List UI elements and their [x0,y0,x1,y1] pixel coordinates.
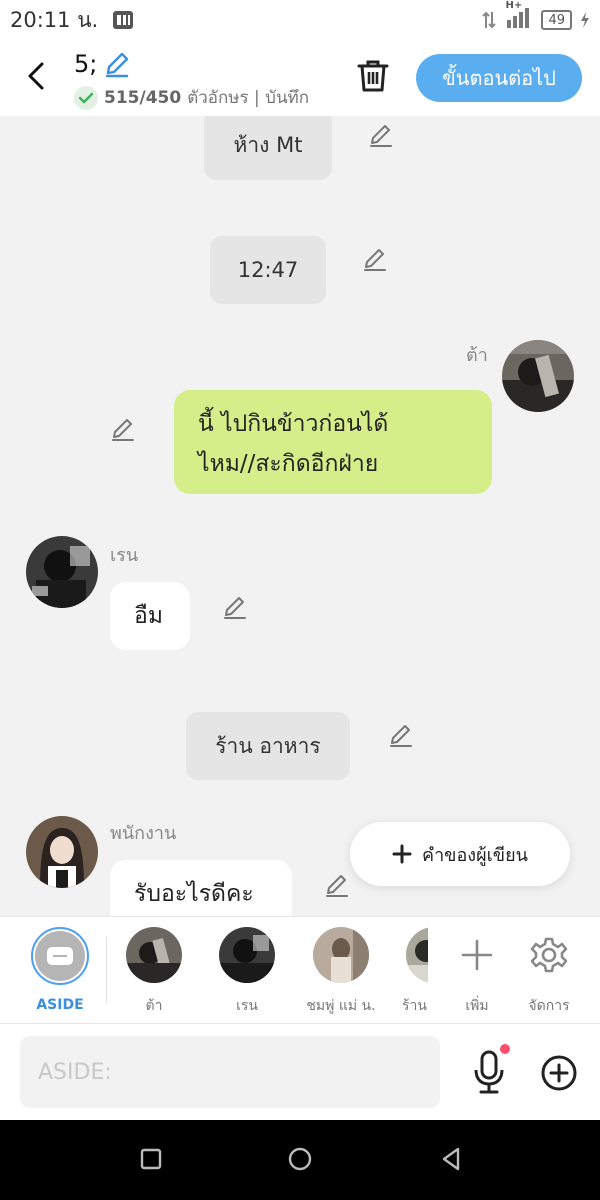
character-item[interactable]: ต้า [114,927,194,1017]
edit-title-icon[interactable] [103,50,131,78]
signal-icon: H+ [505,0,533,32]
message-line: ไหม//สะกิดอีกฝ่าย [198,451,379,477]
scene-label[interactable]: ห้าง Mt [204,116,332,180]
story-title-text: 5; [74,50,98,78]
character-item[interactable]: ชมพู่ แม่ น. [301,927,381,1017]
avatar[interactable] [26,816,98,888]
character-name: ร้าน [402,998,427,1014]
manage-characters-button[interactable]: จัดการ [509,927,589,1017]
chevron-left-icon [28,62,44,90]
scene-label[interactable]: ร้าน อาหาร [186,712,350,780]
edit-pencil-icon[interactable] [362,246,388,272]
plus-icon [392,844,412,864]
next-step-button[interactable]: ขั้นตอนต่อไป [416,54,582,102]
data-transfer-icon [482,11,497,29]
battery-icon: 49 [541,10,572,30]
trash-icon[interactable] [356,58,390,94]
system-nav-bar [0,1120,600,1200]
message-line: อืม [134,603,163,629]
divider [106,937,107,1003]
add-circle-icon[interactable] [540,1054,578,1092]
character-item[interactable]: เรน [207,927,287,1017]
back-nav-icon[interactable] [436,1144,466,1174]
edit-pencil-icon[interactable] [368,122,394,148]
input-bar [0,1024,600,1120]
speaker-name: ต้า [466,345,488,366]
chat-area: ห้าง Mt 12:47 ต้า นี้ ไปกินข้าวก่อนได้ ไ… [0,116,600,916]
editor-header: 5; 515/450 ตัวอักษร | บันทึก ขั้นตอนต่อไ… [0,40,600,116]
message-bubble[interactable]: นี้ ไปกินข้าวก่อนได้ ไหม//สะกิดอีกฝ่าย [174,390,492,494]
avatar [219,927,275,983]
avatar[interactable] [502,340,574,412]
edit-pencil-icon[interactable] [222,594,248,620]
author-note-button[interactable]: คำของผู้เขียน [350,822,570,886]
aside-selector[interactable]: ASIDE [20,927,100,1013]
character-counter: 515/450 ตัวอักษร | บันทึก [74,84,309,111]
edit-pencil-icon[interactable] [324,872,350,898]
add-label: เพิ่ม [465,998,489,1014]
microphone-icon[interactable] [470,1048,508,1096]
recents-icon[interactable] [136,1144,166,1174]
aside-icon [47,947,73,965]
message-bubble[interactable]: อืม [110,582,190,650]
plus-icon [461,939,493,971]
add-character-button[interactable]: เพิ่ม [437,927,517,1017]
character-name: ต้า [145,998,163,1014]
avatar[interactable] [26,536,98,608]
aside-label: ASIDE [36,997,84,1013]
message-line: นี้ ไปกินข้าวก่อนได้ [198,411,389,437]
avatar [313,927,369,983]
aside-input[interactable] [20,1036,440,1108]
character-name: ชมพู่ แม่ น. [306,998,376,1014]
aside-avatar [31,927,89,985]
status-indicators: H+ 49 [481,0,590,32]
avatar [126,927,182,983]
message-bubble[interactable]: รับอะไรดีคะ [110,860,292,916]
check-circle-icon [74,85,98,110]
gear-icon [530,937,568,973]
notification-dot [500,1044,510,1054]
speaker-name: เรน [110,545,139,566]
back-button[interactable] [20,58,52,94]
char-count-suffix: ตัวอักษร | บันทึก [187,88,310,108]
status-bar: 20:11 น. H+ 49 [0,0,600,40]
status-time: 20:11 น. [10,7,99,32]
app-notification-icon [113,11,134,29]
charging-icon [581,12,589,28]
edit-pencil-icon[interactable] [388,722,414,748]
char-count: 515/450 [104,87,182,108]
scene-time-label[interactable]: 12:47 [210,236,326,304]
character-name: เรน [236,998,258,1014]
edit-pencil-icon[interactable] [110,416,136,442]
author-note-label: คำของผู้เขียน [422,844,528,866]
character-bar: ASIDE ต้า เรน ชมพู่ แม่ น. ร้าน เพิ่ม จั… [0,916,600,1024]
character-item[interactable]: ร้าน [394,927,428,1017]
story-title[interactable]: 5; [74,50,131,78]
speaker-name: พนักงาน [110,823,177,844]
message-line: รับอะไรดีคะ [134,881,254,907]
avatar [406,927,428,983]
manage-label: จัดการ [528,998,570,1014]
home-icon[interactable] [285,1144,315,1174]
